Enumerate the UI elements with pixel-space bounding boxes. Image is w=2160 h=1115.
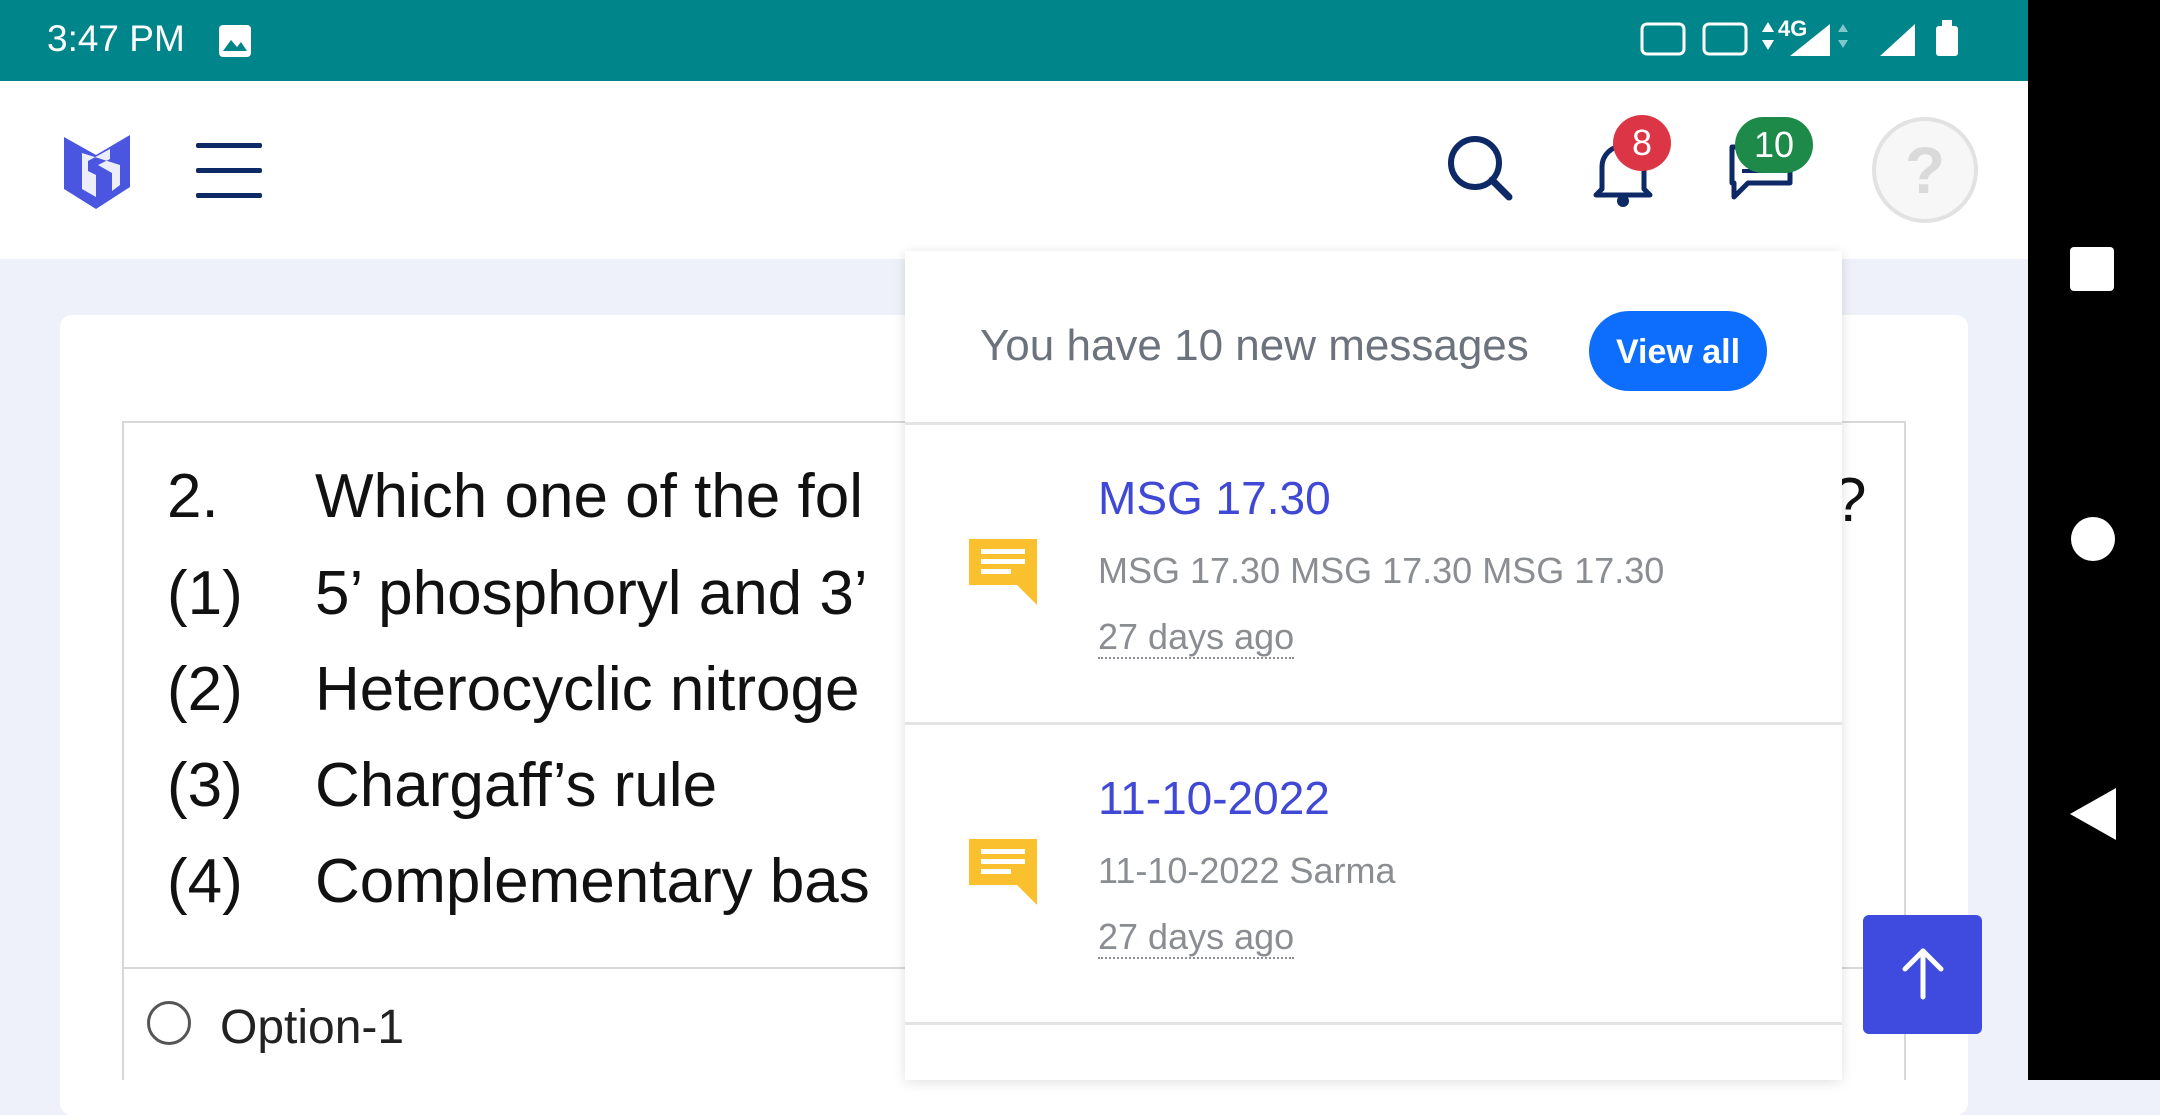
- option-1-radio[interactable]: [147, 1001, 191, 1045]
- choice-text: Heterocyclic nitroge: [315, 655, 860, 724]
- choice-text: 5’ phosphoryl and 3’: [315, 559, 868, 628]
- status-bar: 3:47 PM 4G: [0, 0, 2028, 81]
- network-type-label: 4G: [1778, 16, 1808, 41]
- home-button[interactable]: [2071, 517, 2115, 561]
- question-number: 2.: [167, 462, 219, 531]
- choice-number: (3): [167, 751, 243, 820]
- choice-number: (4): [167, 847, 243, 916]
- choice-number: (1): [167, 559, 243, 628]
- message-preview: MSG 17.30 MSG 17.30 MSG 17.30: [1098, 550, 1665, 591]
- search-icon[interactable]: [1445, 133, 1515, 208]
- message-item[interactable]: MSG 17.30 MSG 17.30 MSG 17.30 MSG 17.30 …: [905, 425, 1842, 725]
- message-title[interactable]: MSG 17.30: [1098, 471, 1331, 525]
- question-text: Which one of the fol: [315, 462, 863, 531]
- question-line: 2. Which one of the fol: [167, 461, 863, 532]
- messages-badge: 10: [1735, 117, 1813, 173]
- app-header: 8 10 ?: [0, 81, 2028, 259]
- message-icon: [965, 535, 1041, 612]
- recents-button[interactable]: [2070, 247, 2114, 291]
- choice-number: (2): [167, 655, 243, 724]
- avatar[interactable]: ?: [1872, 117, 1978, 223]
- status-time: 3:47 PM: [47, 18, 185, 59]
- question-line: (4) Complementary bas: [167, 846, 870, 917]
- arrow-up-icon: [1902, 948, 1943, 1000]
- question-line: (3) Chargaff’s rule: [167, 750, 717, 821]
- back-button[interactable]: [2068, 786, 2118, 847]
- question-line: (2) Heterocyclic nitroge: [167, 654, 859, 725]
- question-line: (1) 5’ phosphoryl and 3’: [167, 558, 868, 629]
- messages-dropdown-header: You have 10 new messages: [980, 321, 1529, 370]
- message-icon: [965, 835, 1041, 912]
- message-time: 27 days ago: [1098, 916, 1295, 959]
- image-notification-icon: [218, 24, 252, 63]
- message-time: 27 days ago: [1098, 616, 1295, 659]
- view-all-button[interactable]: View all: [1589, 311, 1767, 391]
- menu-toggle-button[interactable]: [196, 143, 262, 199]
- status-icons: 4G: [1640, 16, 1970, 67]
- messages-dropdown: You have 10 new messages View all MSG 17…: [905, 251, 1842, 1080]
- choice-text: Complementary bas: [315, 847, 870, 916]
- message-item[interactable]: 11-10-2022 11-10-2022 Sarma 27 days ago: [905, 725, 1842, 1025]
- scroll-to-top-button[interactable]: [1863, 915, 1982, 1034]
- system-nav-bar: [2028, 0, 2160, 1080]
- message-preview: 11-10-2022 Sarma: [1098, 850, 1396, 891]
- option-1-label[interactable]: Option-1: [220, 1000, 404, 1055]
- notifications-badge: 8: [1613, 115, 1671, 171]
- divider: [122, 969, 124, 1080]
- choice-text: Chargaff’s rule: [315, 751, 718, 820]
- divider: [905, 1022, 1842, 1025]
- message-title[interactable]: 11-10-2022: [1098, 771, 1330, 825]
- app-logo[interactable]: [60, 131, 134, 216]
